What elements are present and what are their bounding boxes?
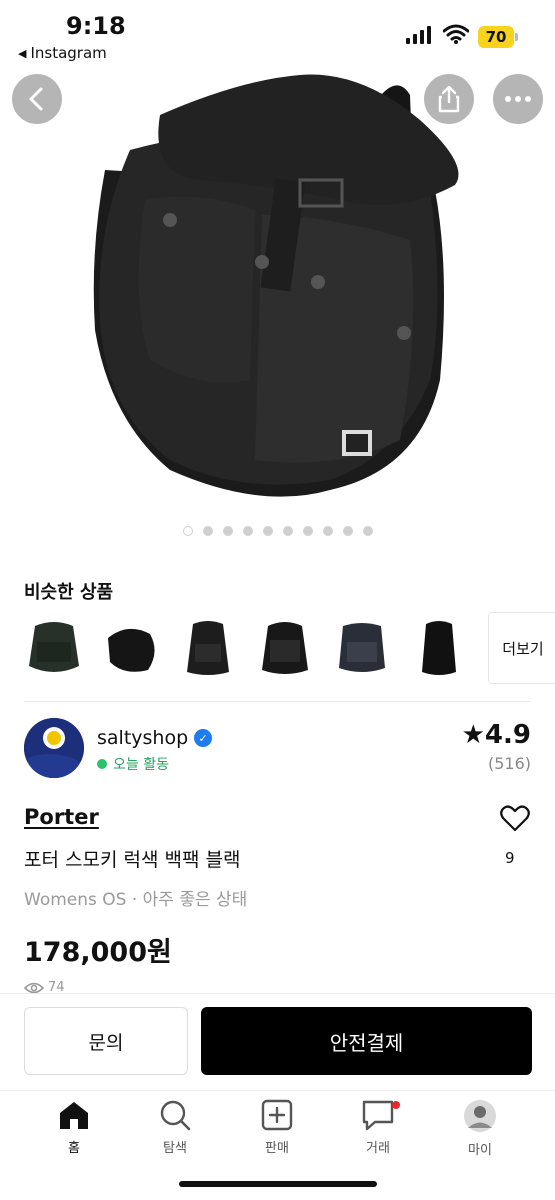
similar-products-title: 비슷한 상품 [24, 582, 114, 603]
tab-label: 마이 [468, 1143, 492, 1158]
heart-icon[interactable] [500, 804, 530, 832]
similar-product-thumbnail[interactable] [253, 612, 317, 684]
home-indicator [179, 1181, 377, 1187]
tab-my[interactable]: 마이 [440, 1099, 520, 1158]
share-button[interactable] [424, 74, 474, 124]
seller-avatar[interactable] [24, 718, 84, 778]
back-triangle-icon: ◀ [18, 46, 27, 60]
seller-name: saltyshop [97, 727, 189, 749]
notification-dot [392, 1101, 400, 1109]
inquiry-button[interactable]: 문의 [24, 1007, 188, 1075]
similar-product-thumbnail[interactable] [407, 612, 471, 684]
divider [24, 701, 531, 702]
carousel-pagination[interactable] [0, 526, 555, 536]
similar-product-thumbnail[interactable] [22, 612, 86, 684]
status-bar: 9:18 ◀ Instagram 70 [0, 0, 555, 70]
like-count: 9 [505, 849, 515, 867]
more-options-button[interactable] [493, 74, 543, 124]
product-meta: Womens OS · 아주 좋은 상태 [24, 890, 248, 910]
similar-product-thumbnail[interactable] [176, 612, 240, 684]
carousel-dot[interactable] [282, 526, 293, 536]
similar-product-thumbnail[interactable] [330, 612, 394, 684]
wifi-icon [443, 24, 469, 44]
seller-rating[interactable]: ★4.9 [462, 720, 531, 750]
profile-avatar [464, 1100, 496, 1132]
back-app-label: Instagram [30, 44, 107, 62]
tab-sell[interactable]: 판매 [237, 1099, 317, 1156]
tab-label: 판매 [265, 1141, 289, 1156]
product-image [93, 74, 459, 497]
carousel-dot[interactable] [242, 526, 253, 536]
seller-avatar-image [24, 718, 84, 778]
tab-label: 홈 [68, 1141, 80, 1156]
share-icon [438, 85, 460, 113]
carousel-dot[interactable] [342, 526, 353, 536]
chat-icon [362, 1100, 394, 1131]
more-horizontal-icon [505, 96, 531, 102]
product-image-carousel[interactable] [0, 0, 555, 515]
signal-icon [406, 26, 431, 44]
online-dot-icon [97, 759, 107, 769]
review-count: (516) [487, 754, 531, 773]
tab-trades[interactable]: 거래 [338, 1099, 418, 1156]
product-title: 포터 스모키 럭색 백팩 블랙 [24, 849, 241, 871]
home-icon [60, 1102, 88, 1129]
status-time: 9:18 [66, 12, 126, 40]
brand-link[interactable]: Porter [24, 805, 99, 829]
seller-name-row[interactable]: saltyshop ✓ [97, 727, 213, 749]
similar-more-button[interactable]: 더보기 [488, 612, 555, 684]
purchase-action-bar: 문의 안전결제 [0, 993, 555, 1089]
battery-indicator: 70 [478, 26, 518, 48]
seller-activity: 오늘 활동 [97, 754, 169, 774]
verified-badge-icon: ✓ [194, 729, 213, 747]
chevron-left-icon [29, 87, 43, 111]
carousel-dot[interactable] [182, 526, 193, 536]
tab-home[interactable]: 홈 [34, 1099, 114, 1156]
tab-search[interactable]: 탐색 [135, 1099, 215, 1156]
similar-product-thumbnail[interactable] [99, 612, 163, 684]
product-price: 178,000원 [24, 937, 172, 968]
carousel-dot[interactable] [302, 526, 313, 536]
seller-activity-label: 오늘 활동 [113, 757, 169, 773]
tab-label: 거래 [366, 1141, 390, 1156]
similar-products-list: 더보기 [22, 612, 555, 684]
carousel-dot[interactable] [222, 526, 233, 536]
tab-label: 탐색 [163, 1141, 187, 1156]
carousel-dot[interactable] [262, 526, 273, 536]
safe-payment-button[interactable]: 안전결제 [201, 1007, 532, 1075]
sell-plus-icon [261, 1099, 293, 1131]
carousel-dot[interactable] [202, 526, 213, 536]
carousel-dot[interactable] [322, 526, 333, 536]
back-to-app-link[interactable]: ◀ Instagram [18, 44, 107, 62]
carousel-dot[interactable] [362, 526, 373, 536]
search-icon [160, 1100, 191, 1131]
back-button[interactable] [12, 74, 62, 124]
